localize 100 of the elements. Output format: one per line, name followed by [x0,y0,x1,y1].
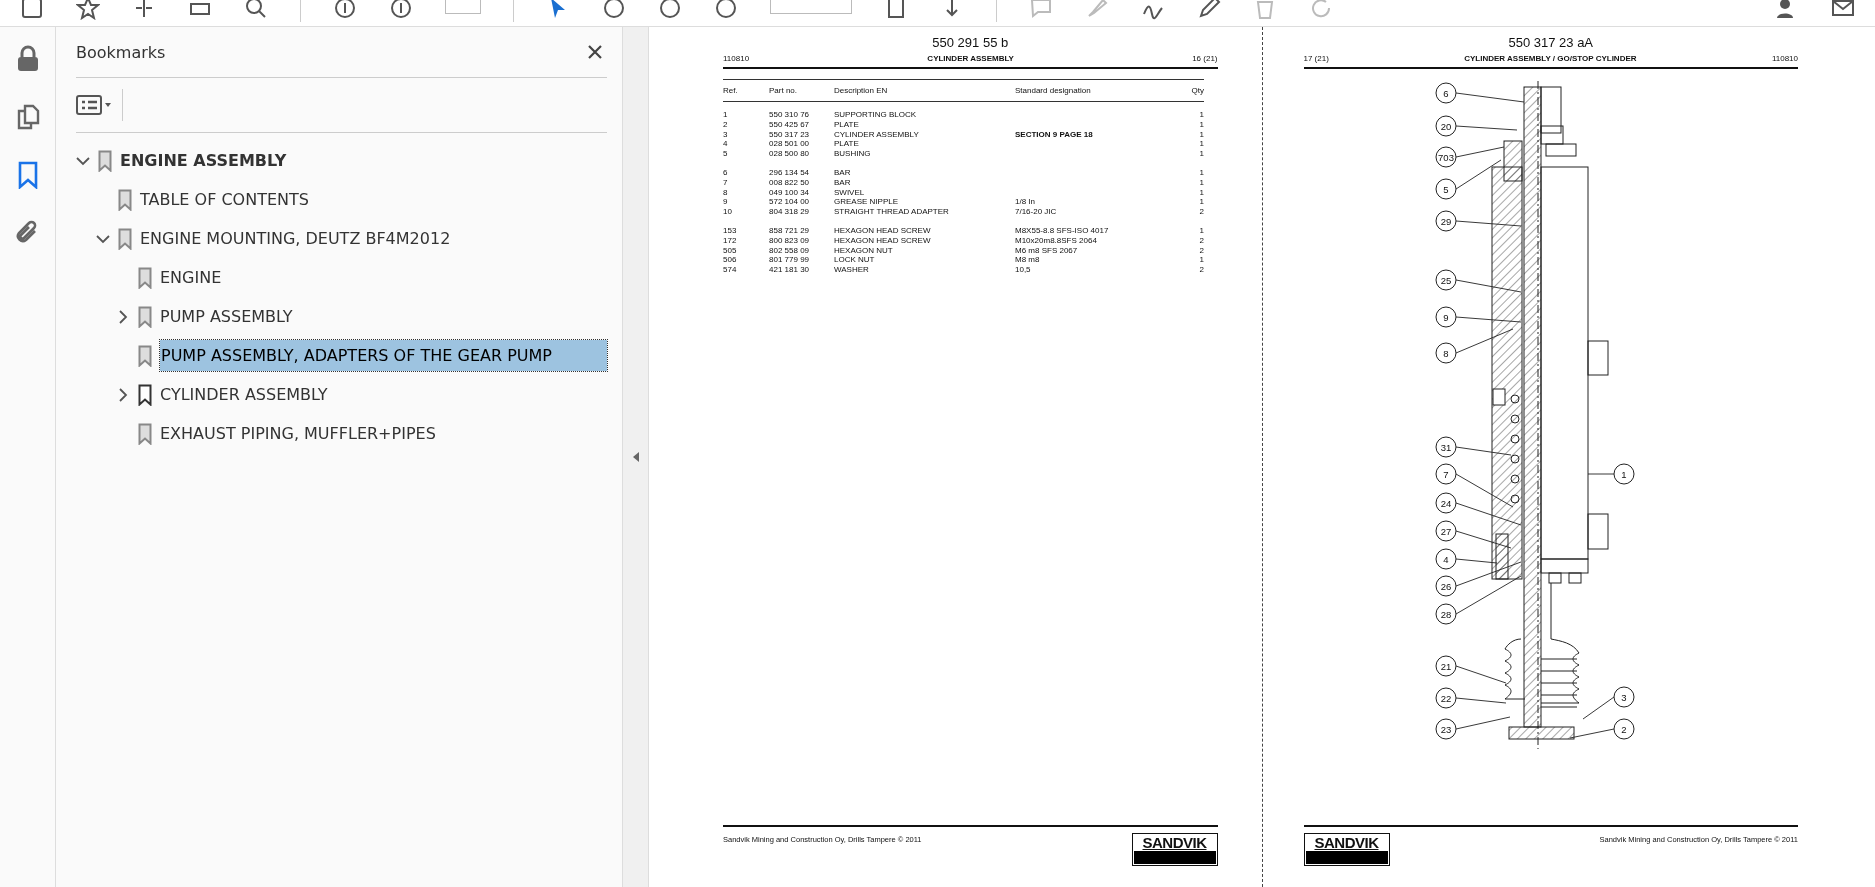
table-cell: 049 100 34 [769,187,834,198]
table-cell: 172 [723,235,769,246]
bookmark-item[interactable]: ENGINE [160,262,222,293]
date-code: 110810 [1771,54,1798,63]
table-cell: 8 [723,187,769,198]
callout-bubble: 31 [1435,436,1456,458]
callout-bubble: 7 [1435,463,1456,485]
table-cell: HEXAGON HEAD SCREW [834,225,1015,236]
table-cell-text: M8 m8 [1015,255,1041,266]
date-code: 110810 [723,54,750,63]
bookmark-item[interactable]: ENGINE ASSEMBLY [120,145,287,176]
pencil-icon[interactable] [1197,0,1221,20]
leader-line [1455,316,1521,323]
table-cell: HEXAGON NUT [834,245,1015,256]
table-cell-text: SECTION 9 PAGE 18 [1015,129,1094,140]
table-cell-text: BUSHING [834,149,872,159]
leader-line [1587,473,1614,475]
callout-bubble: 20 [1435,115,1456,137]
callout-bubble: 3 [1613,686,1634,708]
table-cell: 10 [723,207,769,217]
table-cell-text: BAR [834,177,852,188]
callout-bubble: 9 [1435,306,1456,328]
table-cell-text: 1 [1198,177,1204,188]
collapse-arrow-icon[interactable] [631,451,640,463]
document-number: 550 317 23 aA [1507,35,1595,51]
table-cell: STRAIGHT THREAD ADAPTER [834,207,1015,217]
callout-bubble: 703 [1435,146,1456,168]
table-cell: 801 779 99 [769,255,834,266]
page-heading: CYLINDER ASSEMBLY / GO/STOP CYLINDER [1464,54,1637,63]
callout-bubble: 4 [1435,548,1456,570]
callout-bubble: 25 [1435,269,1456,291]
callout-bubble: 28 [1435,603,1456,625]
callout-bubble: 26 [1435,575,1456,597]
table-cell: 550 425 67 [769,119,834,130]
table-cell-text: 1 [1198,168,1204,178]
table-cell: 572 104 00 [769,197,834,208]
table-cell-text: PLATE [834,139,860,150]
bookmark-item[interactable]: ENGINE MOUNTING, DEUTZ BF4M2012 [140,223,451,254]
table-cell-text: 1 [1198,129,1204,140]
table-cell-text: M8X55-8.8 SFS-ISO 4017 [1015,225,1110,236]
bookmark-item[interactable]: CYLINDER ASSEMBLY [160,379,328,410]
table-cell: SUPPORTING BLOCK [834,101,1015,120]
expand-chevron-icon[interactable] [116,309,130,324]
table-cell: 506 [723,255,769,266]
table-cell-text: 1 [1198,149,1204,159]
bookmark-item[interactable]: TABLE OF CONTENTS [140,184,309,215]
table-cell-text: 7/16-20 JIC [1015,207,1058,217]
table-cell: 804 318 29 [769,207,834,217]
leader-line [1455,125,1517,131]
table-cell-text: 1/8 In [1015,197,1036,208]
bookmark-item[interactable]: PUMP ASSEMBLY [160,301,293,332]
callout-bubble: 5 [1435,178,1456,200]
table-cell: 028 501 00 [769,139,834,150]
bookmark-item[interactable]: PUMP ASSEMBLY, ADAPTERS OF THE GEAR PUMP [160,340,607,371]
table-cell: 550 317 23 [769,129,834,140]
table-cell: GREASE NIPPLE [834,197,1015,208]
table-cell-text: 2 [1198,235,1204,246]
bookmark-item[interactable]: EXHAUST PIPING, MUFFLER+PIPES [160,418,436,449]
callout-bubble: 2 [1613,718,1634,740]
expand-chevron-icon[interactable] [116,387,130,402]
table-cell: 5 [723,149,769,159]
table-cell-text: 2 [1198,245,1204,256]
page-number-field[interactable] [445,0,481,14]
search-icon[interactable] [244,0,268,20]
table-cell-text: 1 [1198,119,1204,130]
table-cell: 1 [1181,101,1204,120]
table-cell: 296 134 54 [769,168,834,178]
save-icon[interactable] [20,0,44,20]
table-cell: 1 [723,101,769,120]
callout-bubble: 22 [1435,687,1456,709]
table-cell: 4 [723,139,769,150]
table-cell-text: 2 [1198,265,1204,275]
table-cell: 7 [723,177,769,188]
table-cell: CYLINDER ASSEMBLY [834,129,1015,140]
callout-bubble: 21 [1435,655,1456,677]
zoom-field[interactable] [770,0,852,14]
close-icon[interactable] [587,44,603,60]
page-reference: 16 (21) [1192,54,1218,63]
table-cell: 6 [723,168,769,178]
table-cell-text: M6 m8 SFS 2067 [1015,245,1079,256]
callout-bubble: 23 [1435,718,1456,740]
table-cell: 574 [723,265,769,275]
table-cell: WASHER [834,265,1015,275]
table-cell: 008 822 50 [769,177,834,188]
panel-title: Bookmarks [76,42,166,62]
options-menu-icon[interactable] [76,94,112,116]
leader-line [1455,716,1510,730]
table-cell: 028 500 80 [769,149,834,159]
page-heading: CYLINDER ASSEMBLY [927,54,1014,63]
callout-bubble: 29 [1435,210,1456,232]
company-logo: SANDVIK [1303,833,1390,866]
table-cell-text: 1 [1198,187,1204,198]
table-cell-text: 1 [1198,139,1204,150]
leader-line [1455,279,1521,293]
table-cell-text: 10,5 [1015,265,1032,275]
star-icon[interactable] [76,0,100,20]
document-number: 550 291 55 b [931,35,1010,51]
leader-line [1455,328,1513,354]
table-cell: 2 [723,119,769,130]
column-header: Qty [1181,79,1204,102]
